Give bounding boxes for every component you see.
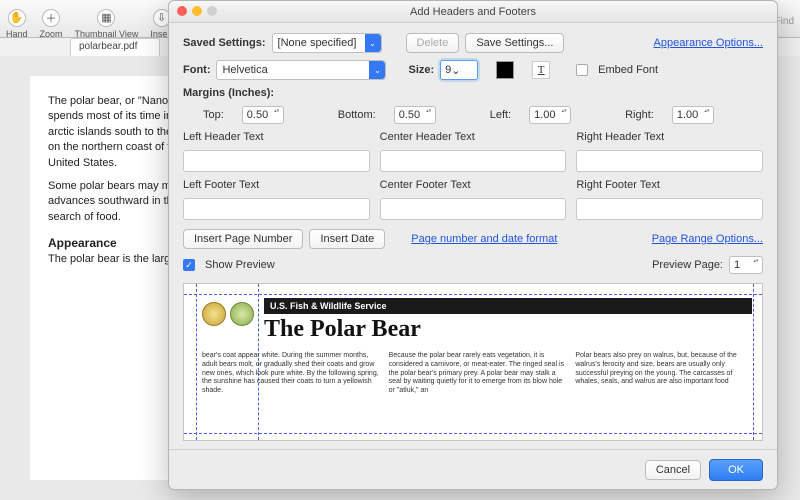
tab-filename: polarbear.pdf (79, 41, 137, 52)
preview-col-1: bear's coat appear white. During the sum… (202, 352, 379, 436)
saved-settings-value: [None specified] (278, 37, 357, 49)
preview-pane: U.S. Fish & Wildlife Service The Polar B… (183, 283, 763, 441)
preview-page-label: Preview Page: (652, 259, 723, 271)
right-footer-label: Right Footer Text (576, 179, 763, 191)
margin-top-value: 0.50 (247, 109, 268, 121)
thumbnail-icon: ▦ (97, 9, 115, 27)
insert-pn-label: Insert Page Number (194, 233, 292, 245)
margin-left-input[interactable]: 1.00 ▴▾ (529, 106, 571, 124)
margin-top-input[interactable]: 0.50 ▴▾ (242, 106, 284, 124)
save-settings-label: Save Settings... (476, 37, 553, 49)
tool-thumbnail[interactable]: ▦ Thumbnail View (75, 9, 139, 39)
insert-date-label: Insert Date (320, 233, 374, 245)
preview-col-2: Because the polar bear rarely eats veget… (389, 352, 566, 436)
saved-settings-select[interactable]: [None specified] ⌄ (272, 33, 382, 53)
close-icon[interactable] (177, 6, 187, 16)
center-footer-label: Center Footer Text (380, 179, 567, 191)
minimize-icon[interactable] (192, 6, 202, 16)
underline-toggle[interactable]: T (532, 61, 550, 79)
preview-col-3: Polar bears also prey on walrus, but, be… (575, 352, 752, 436)
font-select[interactable]: Helvetica ⌄ (216, 60, 386, 80)
insert-date-button[interactable]: Insert Date (309, 229, 385, 249)
tool-zoom-label: Zoom (40, 29, 63, 39)
left-header-label: Left Header Text (183, 131, 370, 143)
center-header-input[interactable] (380, 150, 567, 172)
zoom-icon: ＋ (42, 9, 60, 27)
tool-thumb-label: Thumbnail View (75, 29, 139, 39)
preview-columns: bear's coat appear white. During the sum… (202, 352, 752, 436)
right-footer-input[interactable] (576, 198, 763, 220)
ok-button[interactable]: OK (709, 459, 763, 481)
dropdown-arrow-icon: ⌄ (365, 34, 381, 52)
stepper-icon[interactable]: ▴▾ (702, 108, 712, 124)
document-tabs: polarbear.pdf (70, 38, 160, 56)
font-label: Font: (183, 64, 210, 76)
cancel-label: Cancel (656, 464, 690, 476)
maximize-icon (207, 6, 217, 16)
left-footer-input[interactable] (183, 198, 370, 220)
margin-right-value: 1.00 (677, 109, 698, 121)
margin-bottom-input[interactable]: 0.50 ▴▾ (394, 106, 436, 124)
insert-page-number-button[interactable]: Insert Page Number (183, 229, 303, 249)
tool-zoom[interactable]: ＋ Zoom (40, 9, 63, 39)
preview-agency-bar: U.S. Fish & Wildlife Service (264, 298, 752, 314)
embed-font-checkbox[interactable] (576, 64, 588, 76)
right-header-input[interactable] (576, 150, 763, 172)
save-settings-button[interactable]: Save Settings... (465, 33, 564, 53)
preview-doc-title: The Polar Bear (264, 316, 421, 343)
dropdown-arrow-icon: ⌄ (451, 64, 460, 77)
tool-hand-label: Hand (6, 29, 28, 39)
hand-icon: ✋ (8, 9, 26, 27)
right-header-label: Right Header Text (576, 131, 763, 143)
delete-button-label: Delete (417, 37, 449, 49)
window-controls (177, 6, 217, 16)
margins-label: Margins (Inches): (183, 87, 763, 99)
margin-left-label: Left: (490, 109, 511, 121)
preview-agency-text: U.S. Fish & Wildlife Service (270, 301, 386, 311)
center-footer-input[interactable] (380, 198, 567, 220)
cancel-button[interactable]: Cancel (645, 460, 701, 480)
tab-polarbear[interactable]: polarbear.pdf (70, 38, 160, 56)
delete-button: Delete (406, 33, 460, 53)
margin-bottom-label: Bottom: (338, 109, 376, 121)
size-input[interactable]: 9 ⌄ (440, 60, 478, 80)
pn-date-format-link[interactable]: Page number and date format (411, 233, 557, 245)
left-header-input[interactable] (183, 150, 370, 172)
show-preview-checkbox[interactable]: ✓ (183, 259, 195, 271)
stepper-icon[interactable]: ▴▾ (751, 258, 761, 274)
font-color-swatch[interactable] (496, 61, 514, 79)
stepper-icon[interactable]: ▴▾ (559, 108, 569, 124)
embed-font-label: Embed Font (598, 64, 658, 76)
tool-hand[interactable]: ✋ Hand (6, 9, 28, 39)
preview-page-input[interactable]: 1 ▴▾ (729, 256, 763, 274)
ok-label: OK (728, 464, 744, 476)
preview-page-value: 1 (734, 259, 740, 271)
margin-guide (184, 294, 762, 295)
show-preview-label: Show Preview (205, 259, 275, 271)
stepper-icon[interactable]: ▴▾ (424, 108, 434, 124)
seal-icon (202, 302, 226, 326)
margin-top-label: Top: (203, 109, 224, 121)
size-label: Size: (408, 64, 434, 76)
dialog-title: Add Headers and Footers (410, 6, 536, 18)
margin-guide (753, 284, 754, 440)
dropdown-arrow-icon: ⌄ (369, 61, 385, 79)
left-footer-label: Left Footer Text (183, 179, 370, 191)
margin-bottom-value: 0.50 (399, 109, 420, 121)
font-value: Helvetica (222, 64, 267, 76)
margin-left-value: 1.00 (534, 109, 555, 121)
center-header-label: Center Header Text (380, 131, 567, 143)
margin-right-input[interactable]: 1.00 ▴▾ (672, 106, 714, 124)
saved-settings-label: Saved Settings: (183, 37, 266, 49)
page-range-link[interactable]: Page Range Options... (652, 233, 763, 245)
seal-icon (230, 302, 254, 326)
dialog-titlebar: Add Headers and Footers (169, 1, 777, 23)
margin-guide (196, 284, 197, 440)
dialog-footer: Cancel OK (169, 449, 777, 489)
headers-footers-dialog: Add Headers and Footers Saved Settings: … (168, 0, 778, 490)
preview-seals (202, 302, 254, 326)
appearance-options-link[interactable]: Appearance Options... (654, 37, 763, 49)
margin-right-label: Right: (625, 109, 654, 121)
stepper-icon[interactable]: ▴▾ (272, 108, 282, 124)
